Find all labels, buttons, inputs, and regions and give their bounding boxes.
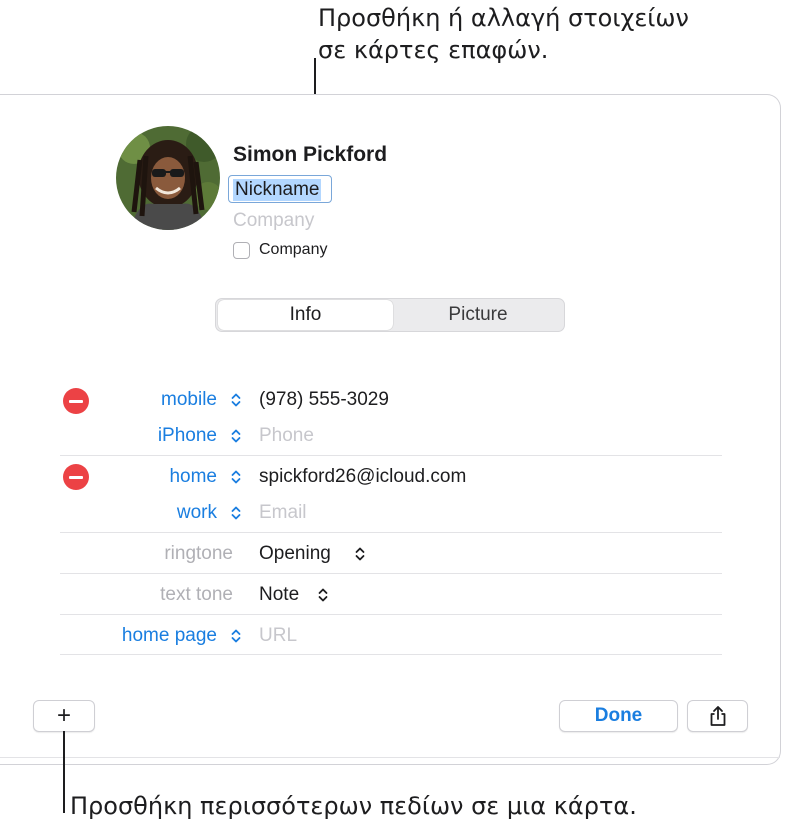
text-tone-label: text tone [160,584,233,605]
work-chevron-icon[interactable] [231,505,241,521]
contact-name[interactable]: Simon Pickford [233,143,387,167]
phone-field[interactable]: Phone [259,425,314,447]
callout-edit-fields: Προσθήκη ή αλλαγή στοιχείων σε κάρτες επ… [318,2,758,66]
callout-top-line2: σε κάρτες επαφών. [318,36,549,64]
delete-phone-button[interactable] [63,388,89,414]
avatar[interactable] [116,126,220,230]
share-button[interactable] [687,700,748,732]
ringtone-value[interactable]: Opening [259,543,331,565]
ringtone-label: ringtone [164,543,233,564]
email-field[interactable]: Email [259,502,307,524]
info-picture-segmented-control: Info Picture [215,298,565,332]
text-tone-chevron-icon[interactable] [318,587,328,603]
divider-homepage [60,654,722,655]
divider-ringtone [60,573,722,574]
company-checkbox-label: Company [259,241,328,258]
home-page-label[interactable]: home page [122,625,217,647]
url-field[interactable]: URL [259,625,297,647]
add-field-button[interactable]: + [33,700,95,732]
home-email-label[interactable]: home [169,466,217,488]
mobile-value[interactable]: (978) 555-3029 [259,389,389,411]
callout-add-fields: Προσθήκη περισσότερων πεδίων σε μια κάρτ… [70,792,637,820]
iphone-label[interactable]: iPhone [158,425,217,447]
divider-email [60,532,722,533]
footer-divider [0,757,780,758]
contact-card-panel [0,94,781,765]
home-page-chevron-icon[interactable] [231,628,241,644]
mobile-chevron-icon[interactable] [231,392,241,408]
ringtone-chevron-icon[interactable] [355,546,365,562]
divider-texttone [60,614,722,615]
tab-picture[interactable]: Picture [393,299,563,331]
mobile-label[interactable]: mobile [161,389,217,411]
company-field[interactable]: Company [233,210,314,232]
work-email-label[interactable]: work [177,502,217,524]
company-checkbox[interactable] [233,242,250,259]
nickname-field[interactable]: Nickname [228,175,332,203]
divider-phone [60,455,722,456]
share-icon [710,706,725,726]
home-email-value[interactable]: spickford26@icloud.com [259,466,466,488]
text-tone-value[interactable]: Note [259,584,299,606]
iphone-chevron-icon[interactable] [231,428,241,444]
callout-top-line1: Προσθήκη ή αλλαγή στοιχείων [318,4,689,32]
home-chevron-icon[interactable] [231,469,241,485]
done-button[interactable]: Done [559,700,678,732]
tab-info[interactable]: Info [218,300,393,330]
delete-email-button[interactable] [63,464,89,490]
plus-icon: + [56,702,71,729]
nickname-selected-text: Nickname [233,179,322,201]
callout-bottom-leader [63,731,65,813]
